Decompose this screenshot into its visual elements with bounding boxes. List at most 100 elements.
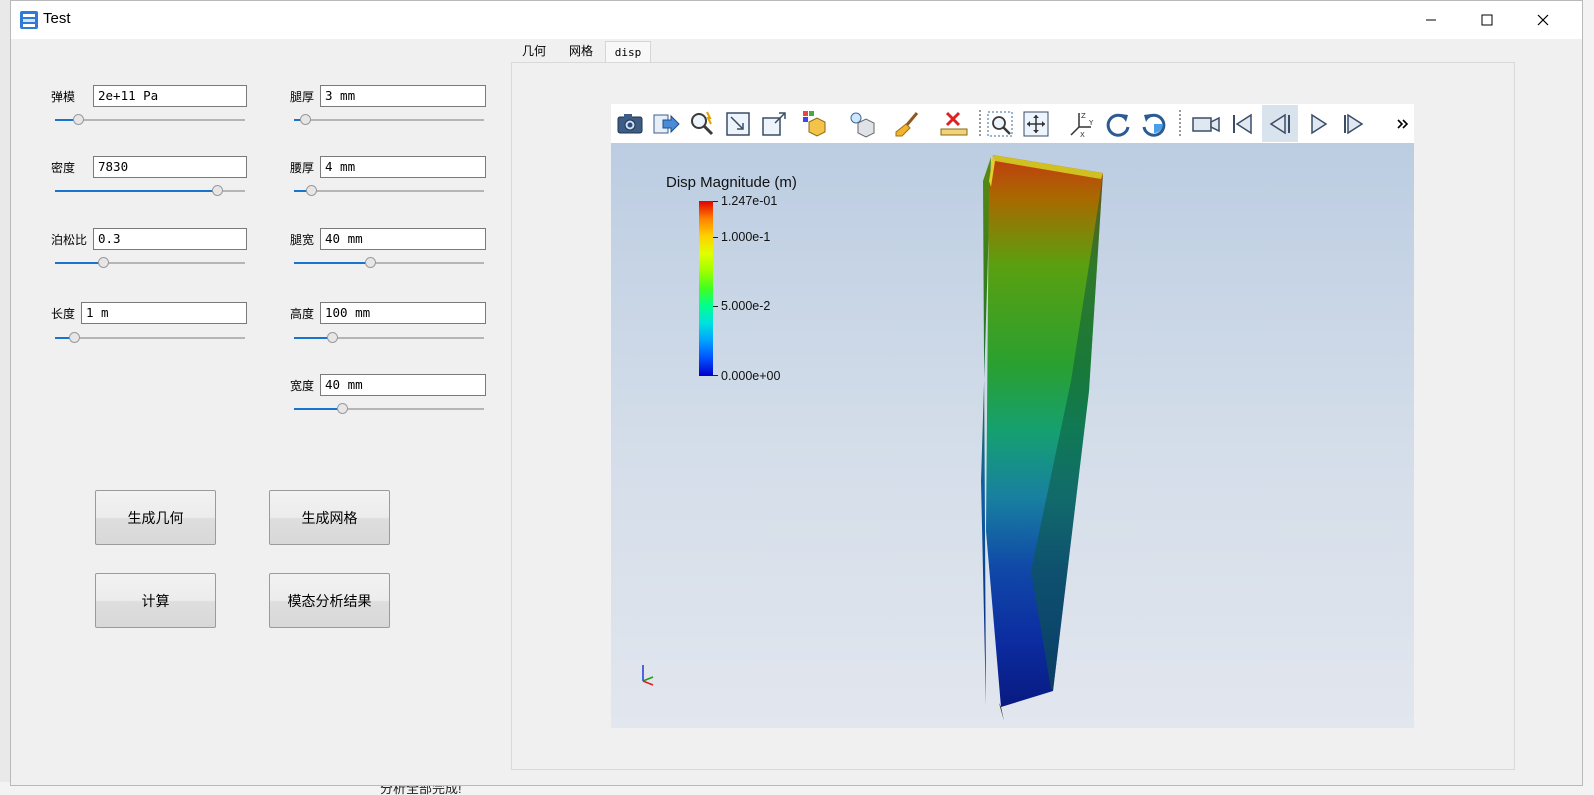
tab-disp[interactable]: disp	[605, 41, 651, 62]
close-button[interactable]	[1515, 1, 1571, 39]
width-input[interactable]: 40 mm	[320, 374, 486, 396]
slider-track	[294, 190, 484, 192]
svg-text:X: X	[1080, 131, 1085, 139]
slider-fill	[294, 262, 370, 264]
poisson-ratio-slider[interactable]	[55, 256, 245, 270]
param-label-leg-thickness: 腿厚	[290, 90, 315, 104]
camera-icon[interactable]	[615, 109, 645, 139]
slider-thumb[interactable]	[327, 332, 338, 343]
render-view: ZYX Disp Magnitude (m) 1.247e-01 1.000e-…	[611, 104, 1414, 728]
leg-thickness-input[interactable]: 3 mm	[320, 85, 486, 107]
color-map-icon[interactable]	[801, 109, 831, 139]
reset-camera-icon[interactable]	[723, 109, 753, 139]
zoom-to-data-icon[interactable]	[985, 109, 1015, 139]
app-window: Test 弹模 2e+11 Pa 密度 7830 泊松比 0.3 长度 1 m …	[10, 0, 1583, 786]
density-input[interactable]: 7830	[93, 156, 247, 178]
deformed-beam-model	[981, 155, 1103, 721]
tab-geometry[interactable]: 几何	[511, 41, 557, 62]
slider-thumb[interactable]	[72, 114, 84, 125]
ruler-icon[interactable]	[939, 109, 969, 139]
toolbar-separator	[1179, 110, 1181, 138]
rotate-ccw-icon[interactable]	[1139, 109, 1169, 139]
legend-tick	[713, 306, 718, 307]
last-frame-icon[interactable]	[1339, 109, 1369, 139]
export-icon[interactable]	[651, 109, 681, 139]
slider-thumb[interactable]	[211, 185, 223, 196]
param-label-length: 长度	[51, 307, 76, 321]
param-label-width: 宽度	[290, 379, 315, 393]
color-legend-bar	[699, 201, 713, 376]
minimize-button[interactable]	[1403, 1, 1459, 39]
param-label-poisson: 泊松比	[51, 233, 88, 247]
slider-thumb[interactable]	[300, 114, 312, 125]
prev-frame-icon[interactable]	[1265, 109, 1295, 139]
more-icon[interactable]	[1393, 109, 1413, 139]
axes-orientation-icon[interactable]: ZYX	[1067, 109, 1097, 139]
rotate-cw-icon[interactable]	[1103, 109, 1133, 139]
slider-thumb[interactable]	[336, 403, 348, 414]
length-input[interactable]: 1 m	[81, 302, 247, 324]
legend-tick	[713, 201, 718, 202]
generate-geometry-button[interactable]: 生成几何	[95, 490, 216, 545]
app-icon	[20, 11, 38, 29]
param-label-height: 高度	[290, 307, 315, 321]
viewer-toolbar: ZYX	[611, 104, 1414, 143]
generate-mesh-button[interactable]: 生成网格	[269, 490, 390, 545]
maximize-button[interactable]	[1459, 1, 1515, 39]
tab-mesh[interactable]: 网格	[557, 41, 605, 62]
legend-max-label: 1.247e-01	[721, 194, 778, 208]
slider-thumb[interactable]	[365, 257, 376, 268]
first-frame-icon[interactable]	[1227, 109, 1257, 139]
web-thickness-input[interactable]: 4 mm	[320, 156, 486, 178]
leg-thickness-slider[interactable]	[294, 113, 484, 127]
zoom-to-box-icon[interactable]	[759, 109, 789, 139]
title-bar[interactable]: Test	[11, 1, 1582, 39]
density-slider[interactable]	[55, 184, 245, 198]
youngs-modulus-slider[interactable]	[55, 113, 245, 127]
param-label-youngs-modulus: 弹模	[51, 90, 76, 104]
slider-thumb[interactable]	[306, 185, 318, 196]
minimize-icon	[1426, 19, 1436, 21]
interactive-select-icon[interactable]	[687, 109, 717, 139]
light-icon[interactable]	[847, 109, 877, 139]
legend-tick	[713, 375, 718, 376]
desktop-background-left	[0, 0, 10, 795]
close-icon	[1537, 14, 1549, 26]
video-camera-icon[interactable]	[1191, 109, 1221, 139]
play-icon[interactable]	[1303, 109, 1333, 139]
orientation-axes-icon	[642, 665, 654, 686]
legend-min-label: 0.000e+00	[721, 369, 781, 383]
slider-thumb[interactable]	[69, 332, 80, 343]
height-input[interactable]: 100 mm	[320, 302, 486, 324]
svg-text:Y: Y	[1088, 119, 1094, 127]
legend-tick	[713, 237, 718, 238]
length-slider[interactable]	[55, 331, 245, 345]
param-label-leg-width: 腿宽	[290, 233, 315, 247]
slider-track	[55, 337, 245, 339]
web-thickness-slider[interactable]	[294, 184, 484, 198]
param-label-density: 密度	[51, 161, 76, 175]
compute-button[interactable]: 计算	[95, 573, 216, 628]
modal-results-button[interactable]: 模态分析结果	[269, 573, 390, 628]
toolbar-separator	[979, 110, 981, 138]
slider-track	[294, 119, 484, 121]
param-label-web-thickness: 腰厚	[290, 161, 315, 175]
width-slider[interactable]	[294, 402, 484, 416]
pan-icon[interactable]	[1021, 109, 1051, 139]
slider-thumb[interactable]	[97, 257, 109, 268]
youngs-modulus-input[interactable]: 2e+11 Pa	[93, 85, 247, 107]
leg-width-slider[interactable]	[294, 256, 484, 270]
leg-width-input[interactable]: 40 mm	[320, 228, 486, 250]
legend-title: Disp Magnitude (m)	[666, 174, 797, 191]
brush-icon[interactable]	[893, 109, 923, 139]
svg-text:Z: Z	[1081, 112, 1086, 120]
legend-label-mid: 5.000e-2	[721, 299, 771, 313]
desktop-background-right	[1583, 0, 1594, 795]
window-title: Test	[43, 10, 71, 27]
viewport-canvas[interactable]: Disp Magnitude (m) 1.247e-01 1.000e-1 5.…	[611, 143, 1414, 728]
height-slider[interactable]	[294, 331, 484, 345]
maximize-icon	[1481, 14, 1493, 26]
poisson-ratio-input[interactable]: 0.3	[93, 228, 247, 250]
slider-fill	[55, 262, 103, 264]
slider-fill	[55, 190, 217, 192]
